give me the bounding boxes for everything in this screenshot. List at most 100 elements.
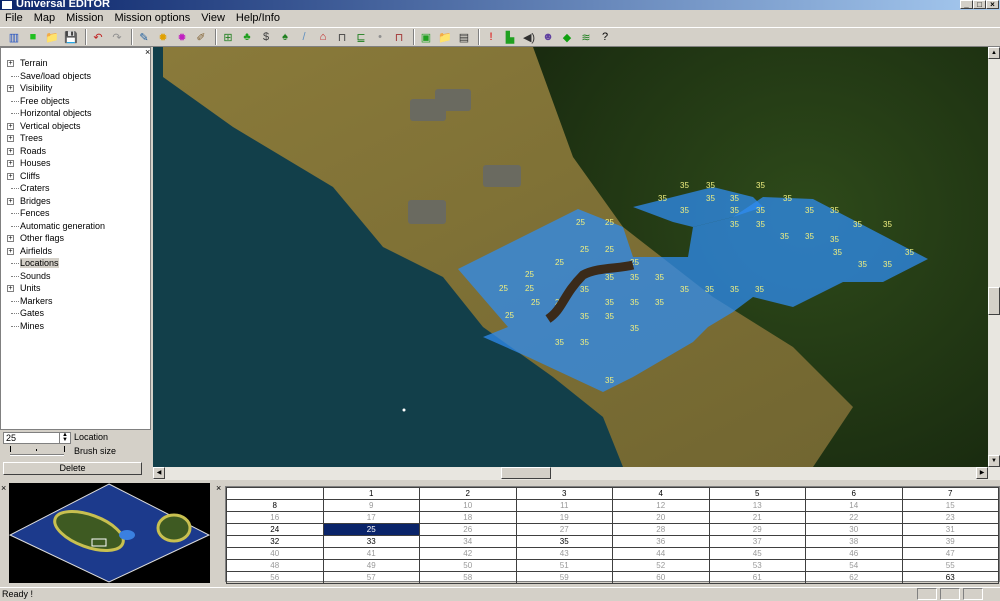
house-icon[interactable]: ⌂ — [315, 29, 331, 45]
expand-icon[interactable]: + — [7, 122, 14, 130]
grid-cell[interactable]: 58 — [419, 571, 517, 584]
grid-cell[interactable]: 9 — [322, 499, 420, 512]
grid-cell[interactable]: 47 — [901, 547, 999, 560]
grid-cell[interactable]: 8 — [226, 499, 324, 512]
grid-cell[interactable]: 44 — [612, 547, 710, 560]
expand-icon[interactable]: + — [7, 60, 14, 67]
grid-cell[interactable]: 35 — [515, 535, 613, 548]
bridge-icon[interactable]: ⊓ — [334, 29, 350, 45]
menu-help-info[interactable]: Help/Info — [231, 11, 286, 26]
vertical-object-icon[interactable]: $ — [258, 29, 274, 45]
grid-cell[interactable]: 56 — [226, 571, 324, 584]
folder-icon[interactable]: 📁 — [437, 29, 453, 45]
grid-cell[interactable]: 60 — [612, 571, 710, 584]
grid-cell[interactable]: 10 — [419, 499, 517, 512]
menu-map[interactable]: Map — [29, 11, 61, 26]
table-close-icon[interactable]: × — [216, 483, 221, 493]
grid-cell[interactable] — [226, 487, 324, 500]
grid-cell[interactable]: 3 — [515, 487, 613, 500]
close-button[interactable]: × — [986, 0, 999, 9]
tree-item-sounds[interactable]: Sounds — [1, 270, 150, 283]
grid-cell[interactable]: 38 — [805, 535, 903, 548]
grid-cell[interactable]: 55 — [901, 559, 999, 572]
help-icon[interactable]: ? — [597, 29, 613, 45]
menu-file[interactable]: File — [0, 11, 29, 26]
brush-pink-icon[interactable]: ✹ — [174, 29, 190, 45]
grid-cell[interactable]: 48 — [226, 559, 324, 572]
map-green-icon[interactable]: ▣ — [418, 29, 434, 45]
grid-cell[interactable]: 14 — [805, 499, 903, 512]
tree-item-save-load-objects[interactable]: Save/load objects — [1, 70, 150, 83]
tree-item-trees[interactable]: + Trees — [1, 132, 150, 145]
grid-cell[interactable]: 24 — [226, 523, 324, 536]
minimap[interactable] — [8, 483, 211, 583]
grid-cell[interactable]: 23 — [901, 511, 999, 524]
grid-cell[interactable]: 61 — [708, 571, 806, 584]
grid-cell[interactable]: 42 — [419, 547, 517, 560]
grid-cell[interactable]: 62 — [805, 571, 903, 584]
people-icon[interactable]: ☻ — [540, 29, 556, 45]
grid-cell[interactable]: 43 — [515, 547, 613, 560]
grid-cell[interactable]: 63 — [901, 571, 999, 584]
fence-icon[interactable]: ⊓ — [391, 29, 407, 45]
grid-cell[interactable]: 36 — [612, 535, 710, 548]
tree-item-fences[interactable]: Fences — [1, 207, 150, 220]
trees-icon[interactable]: ♣ — [239, 29, 255, 45]
marker-icon[interactable]: ◆ — [559, 29, 575, 45]
expand-icon[interactable]: + — [7, 197, 14, 205]
panel-close-icon[interactable]: × — [145, 47, 150, 57]
grid-cell[interactable]: 1 — [322, 487, 420, 500]
grid-cell[interactable]: 34 — [419, 535, 517, 548]
expand-icon[interactable]: + — [7, 285, 14, 292]
grid-cell[interactable]: 17 — [322, 511, 420, 524]
palm-icon[interactable]: ♠ — [277, 29, 293, 45]
save-icon[interactable]: 💾 — [63, 29, 79, 45]
grid-cell[interactable]: 25 — [322, 523, 420, 536]
grid-cell[interactable]: 49 — [322, 559, 420, 572]
grid-cell[interactable]: 59 — [515, 571, 613, 584]
delete-button[interactable]: Delete — [3, 462, 142, 475]
brush-size-slider[interactable] — [8, 446, 66, 460]
save-mission-icon[interactable]: ▤ — [456, 29, 472, 45]
tree-item-markers[interactable]: Markers — [1, 295, 150, 308]
open-icon[interactable]: 📁 — [44, 29, 60, 45]
location-spinner[interactable]: ▲ ▼ — [59, 432, 70, 443]
light-icon[interactable]: • — [372, 29, 388, 45]
objects-icon[interactable]: ⊞ — [220, 29, 236, 45]
expand-icon[interactable]: + — [7, 235, 14, 242]
expand-icon[interactable]: + — [7, 147, 14, 155]
scroll-right-icon[interactable]: ▶ — [976, 467, 988, 479]
grid-cell[interactable]: 46 — [805, 547, 903, 560]
grid-cell[interactable]: 5 — [708, 487, 806, 500]
grid-cell[interactable]: 57 — [322, 571, 420, 584]
grid-cell[interactable]: 21 — [708, 511, 806, 524]
grid-cell[interactable]: 2 — [419, 487, 517, 500]
tree-item-mines[interactable]: Mines — [1, 320, 150, 333]
tree-item-horizontal-objects[interactable]: Horizontal objects — [1, 107, 150, 120]
scroll-left-icon[interactable]: ◀ — [153, 467, 165, 479]
grid-cell[interactable]: 20 — [612, 511, 710, 524]
grid-cell[interactable]: 29 — [708, 523, 806, 536]
grid-cell[interactable]: 32 — [226, 535, 324, 548]
tree-item-terrain[interactable]: + Terrain — [1, 57, 150, 70]
undo-icon[interactable]: ↶ — [90, 29, 106, 45]
menu-view[interactable]: View — [196, 11, 231, 26]
maximize-button[interactable]: □ — [973, 0, 986, 9]
grid-cell[interactable]: 33 — [322, 535, 420, 548]
tree-item-free-objects[interactable]: Free objects — [1, 95, 150, 108]
tree-item-craters[interactable]: Craters — [1, 182, 150, 195]
menu-mission[interactable]: Mission — [61, 11, 109, 26]
grid-cell[interactable]: 27 — [515, 523, 613, 536]
road-icon[interactable]: / — [296, 29, 312, 45]
tree-item-gates[interactable]: Gates — [1, 307, 150, 320]
grid-cell[interactable]: 16 — [226, 511, 324, 524]
grid-cell[interactable]: 18 — [419, 511, 517, 524]
grid-cell[interactable]: 13 — [708, 499, 806, 512]
grid-cell[interactable]: 6 — [805, 487, 903, 500]
horizontal-scroll-thumb[interactable] — [501, 467, 551, 479]
grid-cell[interactable]: 19 — [515, 511, 613, 524]
expand-icon[interactable]: + — [7, 172, 14, 180]
grid-cell[interactable]: 37 — [708, 535, 806, 548]
expand-icon[interactable]: + — [7, 135, 14, 142]
grid-cell[interactable]: 54 — [805, 559, 903, 572]
